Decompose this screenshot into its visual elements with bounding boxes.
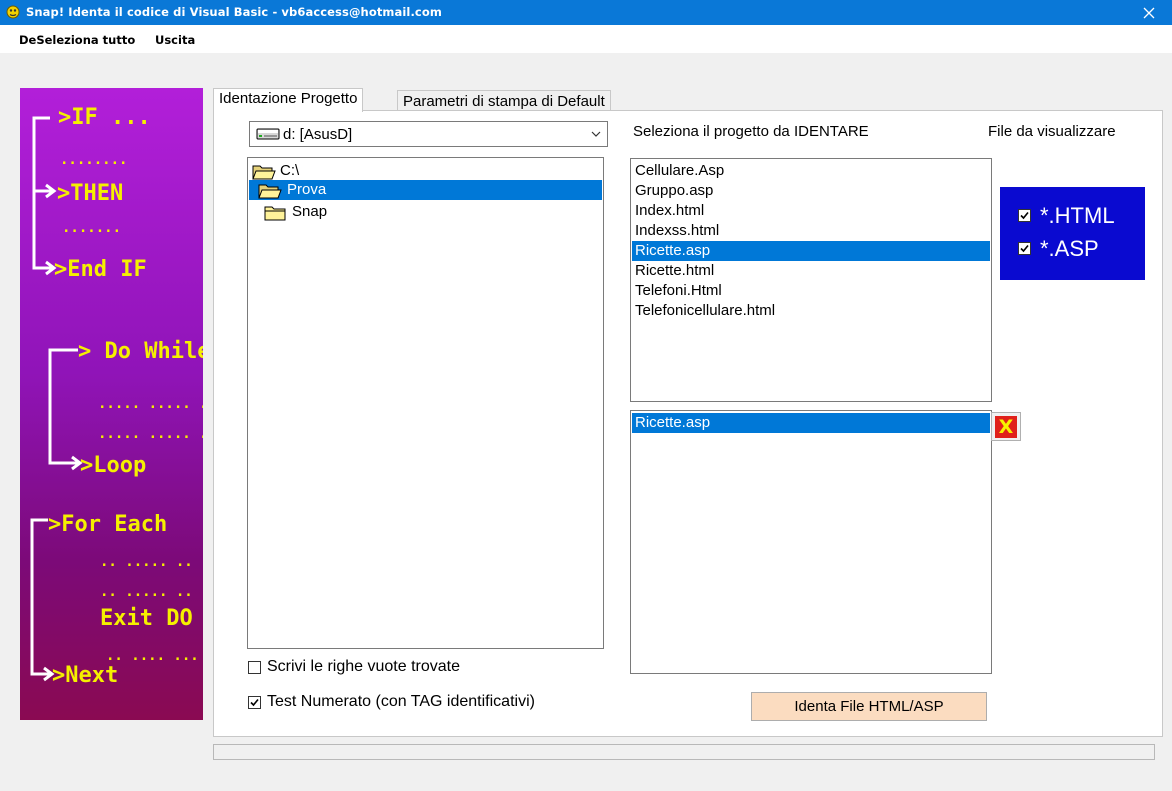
tree-item-prova[interactable]: Prova (249, 180, 602, 200)
banner-line-dots-6: .. ..... .. (100, 584, 193, 600)
menu-exit[interactable]: Uscita (155, 33, 195, 47)
banner-line-next: >Next (52, 663, 118, 688)
list-item-selected[interactable]: Ricette.asp (632, 241, 990, 261)
option-label: Test Numerato (con TAG identificativi) (267, 693, 535, 710)
menu-deselect-all[interactable]: DeSeleziona tutto (19, 33, 135, 47)
close-button[interactable] (1126, 0, 1172, 25)
checkbox-checked-icon[interactable] (1018, 242, 1031, 255)
file-list[interactable]: Cellulare.Asp Gruppo.asp Index.html Inde… (630, 158, 992, 402)
list-item[interactable]: Gruppo.asp (632, 181, 990, 201)
banner-line-exitdo: Exit DO (100, 606, 193, 631)
list-item[interactable]: Telefonicellulare.html (632, 301, 990, 321)
option-label: Scrivi le righe vuote trovate (267, 658, 460, 675)
window-title: Snap! Identa il codice di Visual Basic -… (26, 5, 442, 19)
banner-line-dowhile: > Do While (78, 339, 203, 364)
list-item[interactable]: Cellulare.Asp (632, 161, 990, 181)
tree-item-snap[interactable]: Snap (264, 202, 564, 222)
remove-icon: X (995, 416, 1017, 438)
checkbox-unchecked-icon[interactable] (248, 661, 261, 674)
list-item[interactable]: Telefoni.Html (632, 281, 990, 301)
list-item-selected[interactable]: Ricette.asp (632, 413, 990, 433)
tab-default-print-params[interactable]: Parametri di stampa di Default (397, 90, 611, 112)
banner-line-if: >IF ... (58, 105, 151, 130)
folder-open-icon (252, 165, 276, 180)
list-item[interactable]: Indexss.html (632, 221, 990, 241)
file-type-filter-panel: *.HTML *.ASP (1000, 187, 1145, 280)
banner-line-dots-3: ..... ..... .. (98, 396, 203, 412)
banner-line-dots-7: .. .... ... (106, 648, 199, 664)
filter-label: *.ASP (1040, 236, 1099, 261)
title-bar: Snap! Identa il codice di Visual Basic -… (0, 0, 1172, 25)
checkbox-checked-icon[interactable] (248, 696, 261, 709)
files-to-show-label: File da visualizzare (988, 123, 1116, 140)
tree-item-root[interactable]: C:\ (252, 161, 552, 181)
indent-files-button[interactable]: Identa File HTML/ASP (751, 692, 987, 721)
banner-line-dots-4: ..... ..... .. (98, 426, 203, 442)
list-item[interactable]: Ricette.html (632, 261, 990, 281)
checkbox-checked-icon[interactable] (1018, 209, 1031, 222)
banner-line-foreach: >For Each (48, 512, 167, 537)
tree-item-label: C:\ (280, 162, 300, 179)
folder-icon (264, 206, 286, 221)
banner-line-loop: >Loop (80, 453, 146, 478)
menu-bar: DeSeleziona tutto Uscita (0, 25, 1172, 53)
code-structure-banner: >IF ... ........ >THEN ....... >End IF >… (20, 88, 203, 720)
folder-tree[interactable]: C:\ Prova Snap (247, 157, 604, 649)
snap-logo-icon (6, 5, 20, 19)
select-project-label: Seleziona il progetto da IDENTARE (633, 123, 869, 140)
tree-item-label: Snap (292, 203, 328, 220)
remove-selected-button[interactable]: X (991, 412, 1021, 441)
folder-open-icon (258, 184, 282, 199)
close-icon (1143, 7, 1155, 18)
filter-label: *.HTML (1040, 203, 1115, 228)
drive-value: d: [AsusD] (283, 126, 353, 143)
chevron-down-icon (591, 131, 601, 137)
hard-drive-icon (256, 128, 280, 140)
tree-item-label: Prova (287, 181, 327, 198)
drive-combobox[interactable]: d: [AsusD] (249, 121, 608, 147)
banner-line-dots-2: ....... (62, 220, 121, 236)
banner-line-dots-1: ........ (60, 152, 127, 168)
list-item[interactable]: Index.html (632, 201, 990, 221)
selected-files-list[interactable]: Ricette.asp (630, 410, 992, 674)
banner-line-then: >THEN (57, 181, 123, 206)
tab-project-indent[interactable]: Identazione Progetto (213, 88, 364, 112)
banner-line-dots-5: .. ..... .. (100, 554, 193, 570)
banner-line-endif: >End IF (54, 257, 147, 282)
status-bar (213, 744, 1155, 760)
